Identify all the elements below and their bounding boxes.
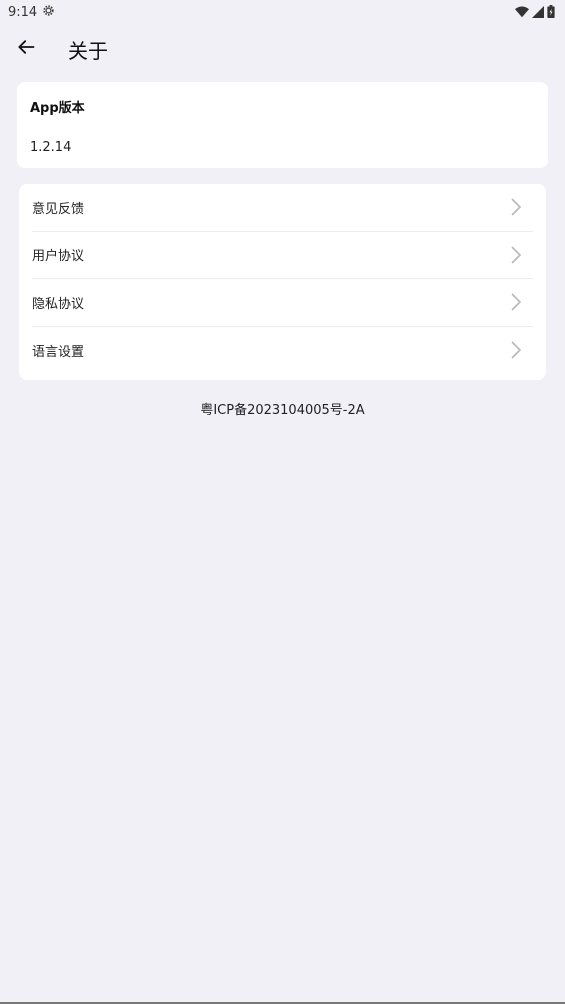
menu-item-user-agreement[interactable]: 用户协议: [32, 232, 533, 279]
icp-license[interactable]: 粤ICP备2023104005号-2A: [0, 399, 565, 418]
settings-menu: 意见反馈 用户协议 隐私协议 语言设置: [19, 184, 546, 380]
app-bar: 关于: [0, 24, 565, 74]
version-card: App版本 1.2.14: [17, 82, 548, 168]
version-value: 1.2.14: [30, 140, 72, 155]
signal-icon: [532, 3, 544, 22]
menu-item-label: 意见反馈: [32, 201, 85, 217]
wifi-icon: [515, 3, 529, 22]
status-time: 9:14: [8, 4, 38, 20]
chevron-right-icon: [505, 339, 527, 361]
menu-item-privacy-policy[interactable]: 隐私协议: [32, 279, 533, 327]
menu-item-feedback[interactable]: 意见反馈: [32, 184, 533, 232]
status-bar: 9:14: [0, 0, 565, 24]
chevron-right-icon: [505, 291, 527, 313]
arrow-left-icon: [16, 37, 36, 61]
menu-item-label: 用户协议: [32, 249, 85, 265]
menu-item-label: 隐私协议: [32, 296, 85, 312]
page-title: 关于: [68, 38, 108, 63]
menu-item-label: 语言设置: [32, 344, 85, 360]
menu-item-language-settings[interactable]: 语言设置: [32, 327, 533, 375]
version-label: App版本: [30, 101, 85, 116]
battery-icon: [547, 3, 555, 22]
chevron-right-icon: [505, 196, 527, 218]
back-button[interactable]: [0, 24, 52, 74]
settings-icon: [42, 4, 55, 21]
chevron-right-icon: [505, 244, 527, 266]
